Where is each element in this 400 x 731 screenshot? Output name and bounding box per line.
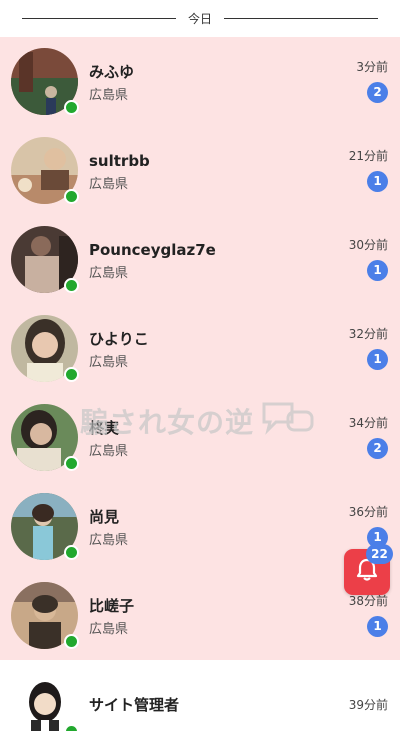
avatar [11, 137, 79, 204]
conversation-row-admin[interactable]: サイト管理者 39分前 [0, 660, 400, 731]
unread-count-badge: 1 [367, 171, 388, 192]
avatar [11, 582, 79, 649]
avatar [11, 226, 79, 293]
divider-line-right [224, 18, 379, 19]
avatar [11, 671, 79, 731]
unread-count-badge: 2 [367, 82, 388, 103]
online-status-indicator [64, 723, 79, 731]
message-time: 34分前 [348, 416, 388, 430]
message-time: 30分前 [348, 238, 388, 252]
online-status-indicator [64, 545, 79, 560]
avatar [11, 48, 79, 115]
online-status-indicator [64, 278, 79, 293]
message-time: 36分前 [348, 505, 388, 519]
notification-count-badge: 22 [366, 544, 393, 564]
conversation-row[interactable]: sultrbb 広島県 21分前 1 [0, 126, 400, 215]
message-time: 39分前 [348, 698, 388, 712]
online-status-indicator [64, 100, 79, 115]
unread-count-badge: 1 [367, 260, 388, 281]
user-prefecture: 広島県 [89, 87, 129, 103]
message-time: 21分前 [348, 149, 388, 163]
message-time: 32分前 [348, 327, 388, 341]
conversation-row[interactable]: ひよりこ 広島県 32分前 1 [0, 304, 400, 393]
online-status-indicator [64, 456, 79, 471]
avatar [11, 493, 79, 560]
unread-count-badge: 1 [367, 349, 388, 370]
user-name: みふゆ [89, 62, 135, 81]
conversation-row[interactable]: Pounceyglaz7e 広島県 30分前 1 [0, 215, 400, 304]
online-status-indicator [64, 189, 79, 204]
date-divider: 今日 [0, 0, 400, 37]
conversation-row[interactable]: みふゆ 広島県 3分前 2 [0, 37, 400, 126]
divider-line-left [22, 18, 176, 19]
avatar [11, 315, 79, 382]
conversation-row[interactable]: 比嵯子 広島県 38分前 1 [0, 571, 400, 660]
online-status-indicator [64, 367, 79, 382]
avatar [11, 404, 79, 471]
unread-count-badge: 1 [367, 616, 388, 637]
conversation-list: みふゆ 広島県 3分前 2 sultrbb 広島県 21分前 1 Pouncey… [0, 37, 400, 731]
message-time: 3分前 [356, 60, 388, 74]
date-divider-label: 今日 [188, 12, 213, 26]
online-status-indicator [64, 634, 79, 649]
unread-count-badge: 2 [367, 438, 388, 459]
message-time: 38分前 [348, 594, 388, 608]
conversation-row[interactable]: 尚見 広島県 36分前 1 [0, 482, 400, 571]
conversation-row[interactable]: 柊実 広島県 34分前 2 [0, 393, 400, 482]
